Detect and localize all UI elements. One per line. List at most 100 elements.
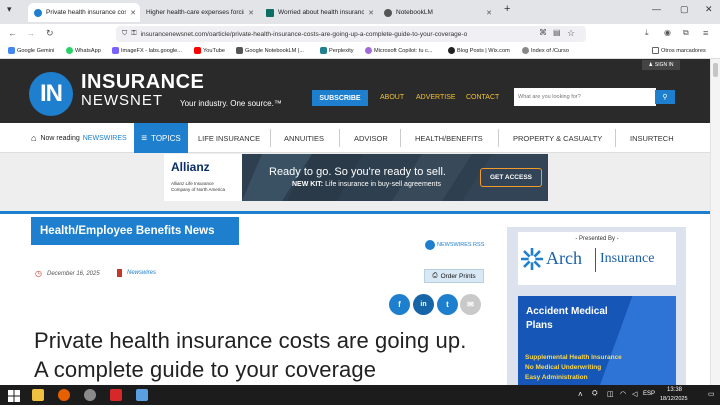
imagefx-icon <box>112 47 119 54</box>
network-icon[interactable]: ◫ <box>607 390 614 398</box>
reader-view-icon[interactable]: ▤ <box>553 28 561 37</box>
now-reading-section[interactable]: NEWSWIRES <box>83 135 127 142</box>
logo-newsnet-text[interactable]: NEWSNET <box>81 92 163 109</box>
allianz-ad-banner[interactable]: Allianz Allianz Life Insurance Company o… <box>164 154 548 201</box>
about-link[interactable]: ABOUT <box>380 94 404 101</box>
search-button[interactable]: ⚲ <box>655 90 675 104</box>
search-input[interactable] <box>514 88 656 106</box>
tab-favicon-icon <box>34 8 42 17</box>
bookmark-label: Microsoft Copilot: tu c... <box>374 47 433 54</box>
article-author[interactable]: Newswires <box>117 269 156 277</box>
share-facebook-icon[interactable]: f <box>389 294 410 315</box>
tray-chevron-icon[interactable]: ˄ <box>578 390 583 399</box>
bookmark-item[interactable]: Index of /Curso <box>522 47 569 54</box>
order-prints-button[interactable]: ⎙ Order Prints <box>424 269 484 283</box>
forward-arrow-icon[interactable]: → <box>26 28 35 38</box>
extensions-icon[interactable]: ⧉ <box>683 28 689 38</box>
menu-item-life-insurance[interactable]: LIFE INSURANCE <box>198 134 260 143</box>
new-tab-plus-icon[interactable]: + <box>504 3 510 15</box>
get-access-button[interactable]: GET ACCESS <box>480 168 542 187</box>
url-text: insurancenewsnet.com/oarticle/private-he… <box>140 30 468 38</box>
close-window-icon[interactable]: ✕ <box>705 4 713 15</box>
browser-navbar: ← → ↻ ⛉ ⚿ insurancenewsnet.com/oarticle/… <box>0 24 720 44</box>
bookmark-item[interactable]: YouTube <box>194 47 225 54</box>
firefox-icon[interactable] <box>58 389 70 401</box>
share-twitter-icon[interactable]: t <box>437 294 458 315</box>
clock-time[interactable]: 13:38 <box>667 387 682 393</box>
accident-medical-ad[interactable]: Accident Medical Plans Supplemental Heal… <box>518 296 676 385</box>
sidebar-ad-lines: Supplemental Health Insurance No Medical… <box>525 353 622 383</box>
language-indicator[interactable]: ESP <box>643 391 655 397</box>
tab-notebooklm[interactable]: NotebookLM ✕ <box>378 3 496 22</box>
ad-line: Supplemental Health Insurance <box>525 354 622 361</box>
tab-list-icon[interactable]: ▾ <box>7 4 12 15</box>
contact-link[interactable]: CONTACT <box>466 94 499 101</box>
back-arrow-icon[interactable]: ← <box>8 28 17 38</box>
sign-in-button[interactable]: ♟ SIGN IN <box>642 60 680 70</box>
app-icon[interactable] <box>84 389 96 401</box>
wps-icon[interactable] <box>110 389 122 401</box>
topics-button[interactable]: ≡ TOPICS <box>134 123 188 153</box>
notification-icon[interactable]: ▭ <box>708 390 715 398</box>
share-label: in <box>420 301 427 308</box>
maximize-icon[interactable]: ▢ <box>680 4 689 15</box>
clock-date[interactable]: 18/12/2025 <box>660 396 688 402</box>
advertise-link[interactable]: ADVERTISE <box>416 94 456 101</box>
menu-item-annuities[interactable]: ANNUITIES <box>284 134 324 143</box>
bookmark-label: Google NotebookLM |... <box>245 47 304 54</box>
tab-worried-health-insurance[interactable]: Worried about health insurance ✕ <box>260 3 378 22</box>
share-label: t <box>446 300 449 309</box>
ad-subline: NEW KIT: Life insurance in buy-sell agre… <box>292 181 441 188</box>
tray-app-icon[interactable]: ⛭ <box>592 390 598 398</box>
rss-link[interactable]: NEWSWIRES RSS <box>425 240 484 250</box>
menu-icon[interactable]: ≡ <box>703 28 708 38</box>
page-scrollbar[interactable] <box>710 59 720 385</box>
downloads-icon[interactable]: ⤓ <box>645 28 649 38</box>
bookmark-item[interactable]: Blog Posts | Wix.com <box>448 47 510 54</box>
logo-insurance-text[interactable]: INSURANCE <box>81 71 204 94</box>
home-icon[interactable]: ⌂ <box>31 133 36 143</box>
bookmark-item[interactable]: Microsoft Copilot: tu c... <box>365 47 432 54</box>
category-title[interactable]: Health/Employee Benefits News <box>31 217 239 245</box>
bookmark-item[interactable]: Perplexity <box>320 47 354 54</box>
translate-icon[interactable]: ⌘ <box>539 28 547 37</box>
share-linkedin-icon[interactable]: in <box>413 294 434 315</box>
tab-private-health-insurance[interactable]: Private health insurance costs a ✕ <box>28 3 140 22</box>
ad-headline: Ready to go. So you're ready to sell. <box>269 166 446 178</box>
reload-icon[interactable]: ↻ <box>46 28 54 39</box>
menu-item-advisor[interactable]: ADVISOR <box>354 134 388 143</box>
wifi-icon[interactable]: ◠ <box>620 390 626 398</box>
scrollbar-thumb[interactable] <box>713 63 718 77</box>
bookmark-item[interactable]: Google NotebookLM |... <box>236 47 304 54</box>
bookmark-item[interactable]: ImageFX - labs.google... <box>112 47 182 54</box>
rss-icon <box>425 240 435 250</box>
subscribe-button[interactable]: SUBSCRIBE <box>312 90 368 106</box>
lock-icon: ⚿ <box>131 30 137 37</box>
close-tab-icon[interactable]: ✕ <box>368 9 374 17</box>
tab-higher-health-care[interactable]: Higher health-care expenses forcing ✕ <box>140 3 258 22</box>
share-label: ✉ <box>467 300 474 309</box>
minimize-icon[interactable]: — <box>652 4 661 14</box>
bookmark-item[interactable]: Google Gemini <box>8 47 54 54</box>
file-explorer-icon[interactable] <box>32 389 44 401</box>
presented-by-box[interactable]: - Presented By - Arch Insurance <box>518 232 676 285</box>
share-email-icon[interactable]: ✉ <box>460 294 481 315</box>
bookmark-item[interactable]: WhatsApp <box>66 47 101 54</box>
share-label: f <box>398 300 401 309</box>
volume-icon[interactable]: ◁ <box>632 390 637 398</box>
app-icon[interactable] <box>136 389 148 401</box>
close-tab-icon[interactable]: ✕ <box>130 9 136 17</box>
other-bookmarks[interactable]: Otros marcadores <box>652 47 706 54</box>
menu-item-property-casualty[interactable]: PROPERTY & CASUALTY <box>513 134 602 143</box>
account-icon[interactable]: ◉ <box>664 28 671 37</box>
menu-item-health-benefits[interactable]: HEALTH/BENEFITS <box>415 134 483 143</box>
copilot-icon <box>365 47 372 54</box>
menu-item-insurtech[interactable]: INSURTECH <box>630 134 674 143</box>
close-tab-icon[interactable]: ✕ <box>486 9 492 17</box>
bookmark-star-icon[interactable]: ☆ <box>567 28 575 39</box>
bookmark-label: ImageFX - labs.google... <box>121 47 182 54</box>
logo-mark[interactable]: IN <box>29 72 73 116</box>
windows-start-icon[interactable] <box>8 389 20 402</box>
close-tab-icon[interactable]: ✕ <box>248 9 254 17</box>
address-bar[interactable]: ⛉ ⚿ insurancenewsnet.com/oarticle/privat… <box>116 26 586 42</box>
